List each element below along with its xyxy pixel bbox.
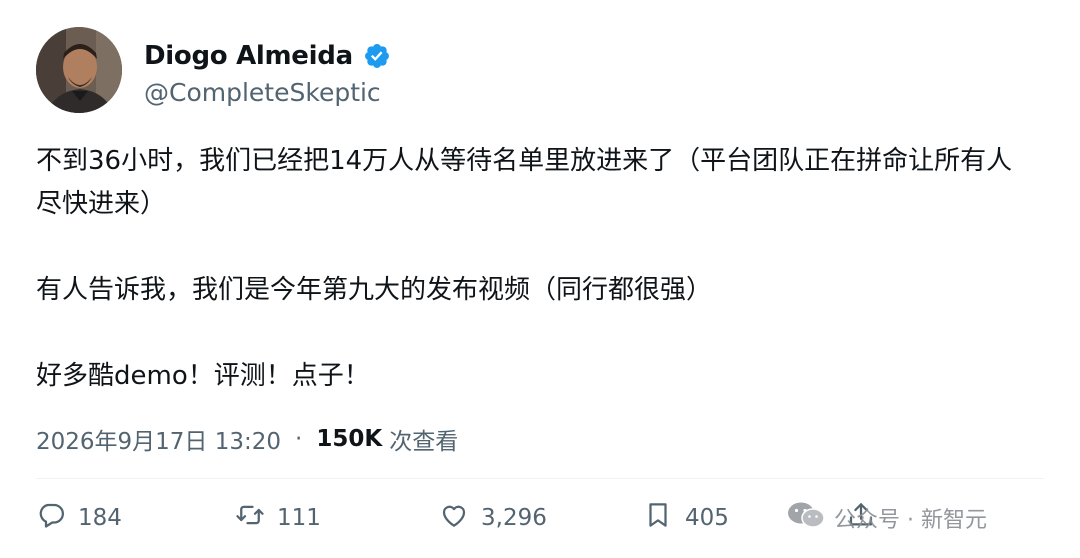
- retweet-button[interactable]: 111: [235, 497, 321, 539]
- tweet-paragraph: 不到36小时，我们已经把14万人从等待名单里放进来了（平台团队正在拼命让所有人尽…: [36, 146, 1013, 219]
- tweet-paragraph: 有人告诉我，我们是今年第九大的发布视频（同行都很强）: [36, 275, 713, 305]
- tweet-meta: 2026年9月17日 13:20 · 150K 次查看: [36, 421, 458, 457]
- tweet-timestamp[interactable]: 2026年9月17日 13:20: [36, 422, 281, 456]
- retweet-count: 111: [277, 505, 321, 531]
- retweet-icon: [235, 500, 265, 536]
- reply-count: 184: [78, 505, 122, 531]
- tweet-text: 不到36小时，我们已经把14万人从等待名单里放进来了（平台团队正在拼命让所有人尽…: [36, 140, 1036, 398]
- avatar[interactable]: [36, 27, 122, 113]
- author-display-name[interactable]: Diogo Almeida: [144, 41, 353, 71]
- wechat-icon: [786, 500, 826, 536]
- reply-icon: [36, 500, 66, 536]
- like-button[interactable]: 3,296: [439, 497, 547, 539]
- divider: [36, 478, 1044, 479]
- author-name-row: Diogo Almeida: [144, 38, 391, 74]
- views-count: 150K: [316, 426, 383, 452]
- bookmark-icon: [643, 500, 673, 536]
- reply-button[interactable]: 184: [36, 497, 122, 539]
- avatar-image: [36, 27, 122, 113]
- like-count: 3,296: [481, 505, 547, 531]
- verified-badge-icon: [363, 42, 391, 70]
- meta-separator: ·: [295, 426, 303, 452]
- heart-icon: [439, 500, 469, 536]
- tweet-card: Diogo Almeida @CompleteSkeptic 不到36小时，我们…: [0, 0, 1080, 558]
- bookmark-count: 405: [685, 505, 729, 531]
- bookmark-button[interactable]: 405: [643, 497, 729, 539]
- tweet-paragraph: 好多酷demo！评测！点子！: [36, 361, 370, 391]
- views-label: 次查看: [389, 429, 459, 455]
- watermark-text: 公众号 · 新智元: [834, 508, 987, 533]
- watermark: 公众号 · 新智元: [786, 500, 987, 536]
- author-handle[interactable]: @CompleteSkeptic: [144, 78, 381, 107]
